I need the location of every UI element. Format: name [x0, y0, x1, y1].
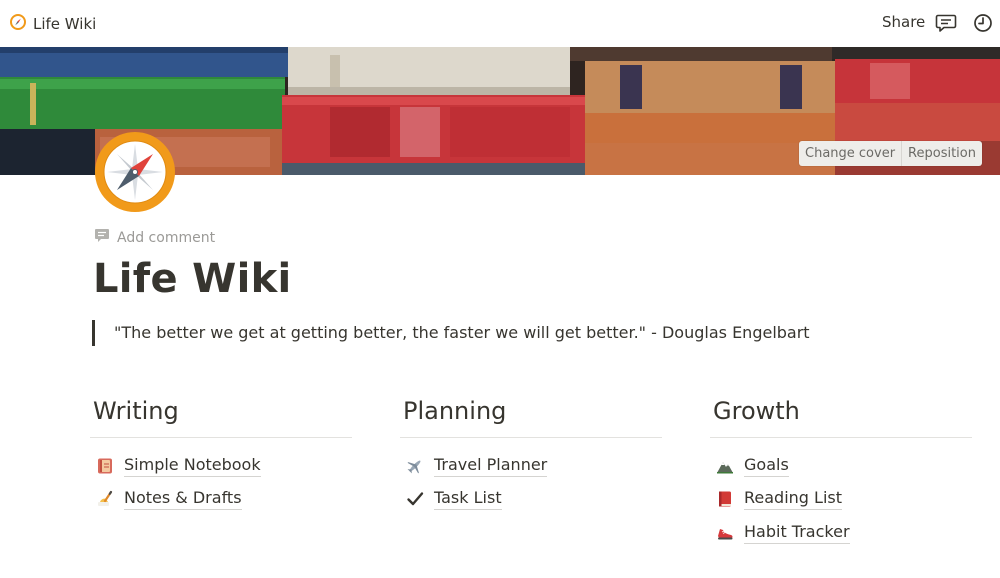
page-link-label: Goals [744, 455, 789, 477]
page-link-travel-planner[interactable]: Travel Planner [400, 452, 662, 479]
page-link-label: Task List [434, 488, 502, 510]
quote-block[interactable]: "The better we get at getting better, th… [92, 320, 810, 346]
column-heading[interactable]: Writing [90, 396, 352, 430]
page-link-task-list[interactable]: Task List [400, 486, 662, 513]
column-heading[interactable]: Planning [400, 396, 662, 430]
comment-icon [94, 228, 110, 247]
page-title[interactable]: Life Wiki [93, 256, 292, 302]
change-cover-button[interactable]: Change cover [799, 141, 901, 166]
page-link-label: Travel Planner [434, 455, 548, 477]
column-planning: Planning Travel Planner Task List [400, 396, 662, 519]
page-list: Simple Notebook Notes & Drafts [90, 452, 352, 513]
page-link-label: Reading List [744, 488, 842, 510]
closed-book-icon [715, 489, 735, 509]
running-shoe-icon [715, 523, 735, 543]
cover-controls: Change cover Reposition [799, 141, 982, 166]
column-writing: Writing Simple Notebook Notes & Drafts [90, 396, 352, 519]
topbar: Life Wiki Share [0, 0, 1000, 47]
page-link-label: Habit Tracker [744, 522, 850, 544]
page-link-reading-list[interactable]: Reading List [710, 486, 972, 513]
share-button[interactable]: Share [882, 13, 925, 31]
mountain-icon [715, 456, 735, 476]
notebook-icon [95, 456, 115, 476]
checkmark-icon [405, 489, 425, 509]
divider [90, 437, 352, 438]
divider [710, 437, 972, 438]
airplane-icon [405, 456, 425, 476]
divider [400, 437, 662, 438]
page-list: Goals Reading List Habit Tracker [710, 452, 972, 546]
column-growth: Growth Goals Reading List Habit Tracker [710, 396, 972, 553]
compass-icon [10, 14, 26, 34]
add-comment-button[interactable]: Add comment [94, 228, 215, 247]
page-link-label: Notes & Drafts [124, 488, 242, 510]
comment-icon[interactable] [935, 13, 957, 33]
writing-hand-icon [95, 489, 115, 509]
page-link-goals[interactable]: Goals [710, 452, 972, 479]
compass-icon[interactable] [93, 130, 177, 214]
clock-icon[interactable] [973, 13, 993, 33]
page-link-label: Simple Notebook [124, 455, 261, 477]
breadcrumb[interactable]: Life Wiki [10, 12, 102, 36]
page-link-habit-tracker[interactable]: Habit Tracker [710, 519, 972, 546]
add-comment-label: Add comment [117, 229, 216, 246]
reposition-button[interactable]: Reposition [901, 141, 982, 166]
column-heading[interactable]: Growth [710, 396, 972, 430]
page-link-notes-drafts[interactable]: Notes & Drafts [90, 486, 352, 513]
page-list: Travel Planner Task List [400, 452, 662, 513]
breadcrumb-title: Life Wiki [33, 15, 97, 33]
page-link-simple-notebook[interactable]: Simple Notebook [90, 452, 352, 479]
